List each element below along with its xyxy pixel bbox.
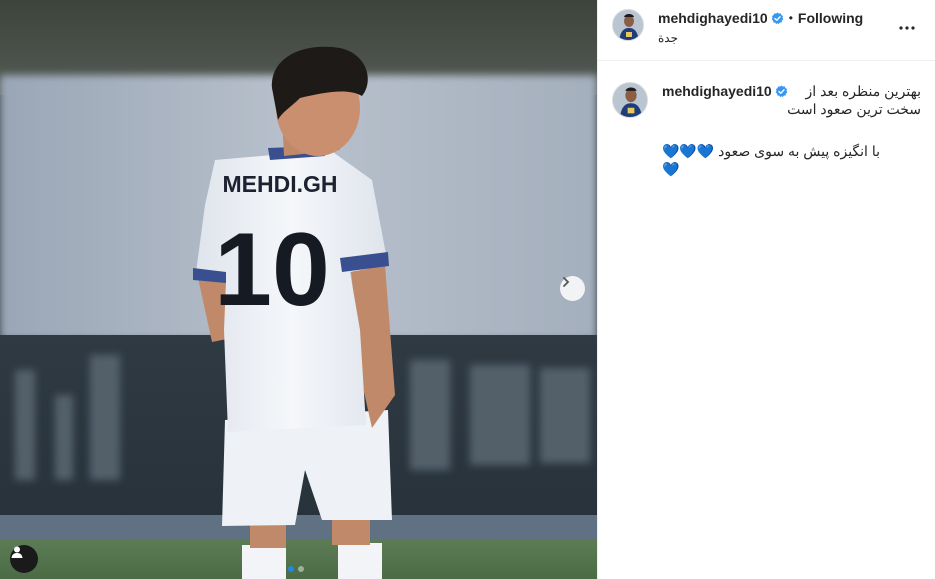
jersey-name-text: MEHDI.GH [223,171,338,197]
caption-first-line: mehdighayedi10 بهترین منظره بعد از [662,82,921,100]
carousel-indicator [288,566,304,572]
jersey-number-text: 10 [214,212,330,328]
caption-text-line4: 💙 [662,161,680,177]
caption: mehdighayedi10 بهترین منظره بعد از سخت ت… [598,61,935,178]
post-side-panel: mehdighayedi10 • Following جدة mehdighay… [597,0,935,579]
username-link[interactable]: mehdighayedi10 [658,10,768,26]
caption-username-link[interactable]: mehdighayedi10 [662,82,772,100]
avatar-image [613,10,643,40]
more-options-button[interactable] [899,17,915,35]
post-media[interactable]: MEHDI.GH 10 [0,0,597,579]
caption-text-line1: بهترین منظره بعد از [805,83,921,99]
header-text: mehdighayedi10 • Following جدة [658,10,863,45]
post-header: mehdighayedi10 • Following جدة [598,0,935,61]
avatar[interactable] [612,9,644,41]
caption-text-line3: با انگیزه پیش به سوی صعود 💙💙💙 [662,143,880,159]
verified-icon [771,12,784,25]
header-row: mehdighayedi10 • Following [658,10,863,26]
post-dialog: MEHDI.GH 10 mehdighayedi10 • Following ج… [0,0,935,579]
carousel-dot-active [288,566,294,572]
caption-avatar[interactable] [612,82,648,118]
more-options-icon [899,26,915,30]
carousel-dot [298,566,304,572]
caption-body: mehdighayedi10 بهترین منظره بعد از سخت ت… [662,82,921,178]
verified-icon [775,85,788,98]
carousel-next-button[interactable] [560,276,585,301]
caption-text-line2: سخت ترین صعود است [787,101,921,117]
photo-football-player: MEHDI.GH 10 [0,0,597,579]
separator-dot: • [788,11,793,25]
avatar-image [613,83,647,117]
user-tag-icon [11,546,23,558]
following-button[interactable]: Following [798,10,863,26]
chevron-right-icon [563,277,570,287]
location-link[interactable]: جدة [658,31,863,45]
tagged-users-button[interactable] [10,545,38,573]
